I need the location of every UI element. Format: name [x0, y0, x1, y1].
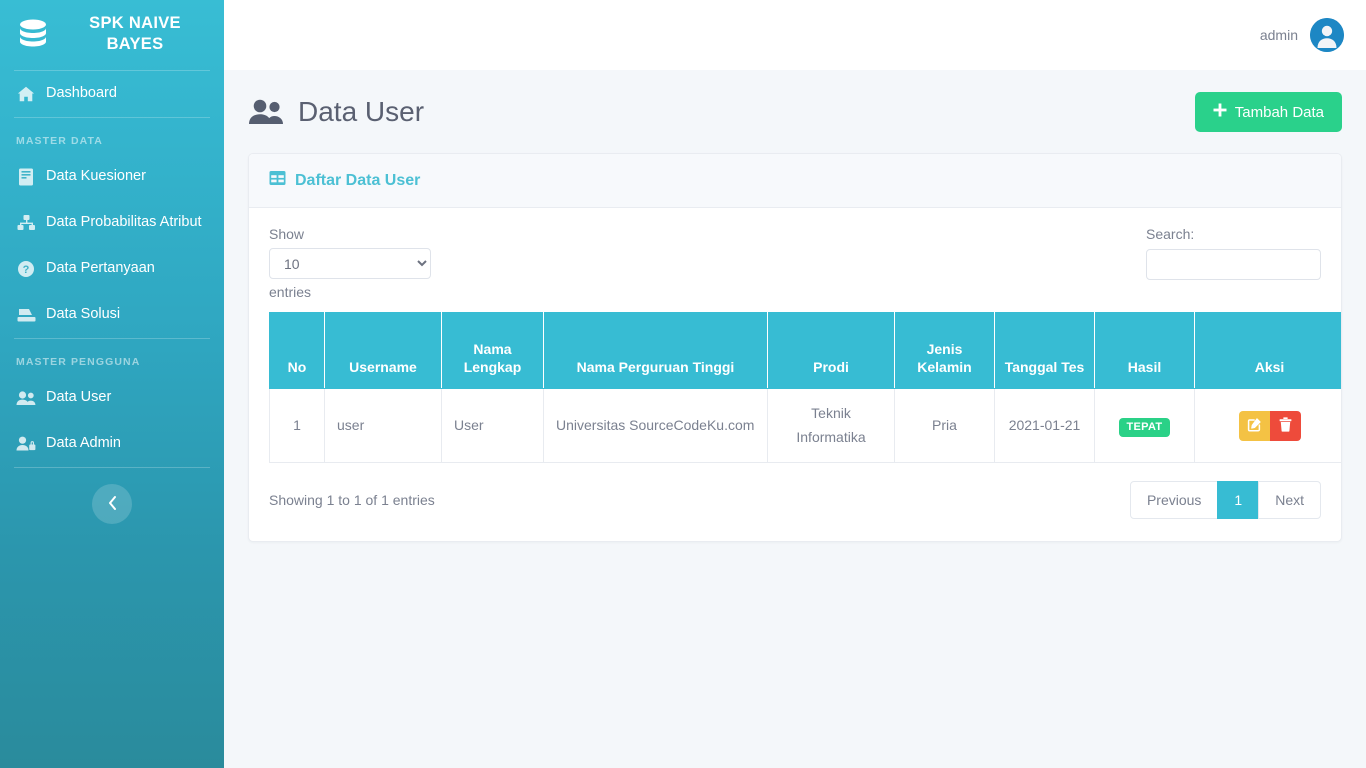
sidebar-toggle-wrap — [0, 468, 224, 524]
avatar[interactable] — [1310, 18, 1344, 52]
search-input[interactable] — [1146, 249, 1321, 280]
length-label-after: entries — [269, 284, 312, 300]
home-icon — [16, 84, 36, 104]
table-header-row: No Username Nama Lengkap Nama Perguruan … — [269, 312, 1341, 389]
sidebar-item-data-pertanyaan[interactable]: ? Data Pertanyaan — [0, 246, 224, 292]
sidebar: SPK NAIVE BAYES Dashboard MASTER DATA Da… — [0, 0, 224, 768]
table-info: Showing 1 to 1 of 1 entries — [269, 492, 435, 508]
edit-button[interactable] — [1238, 410, 1270, 441]
content: Data User Tambah Data Daftar Data User S… — [224, 70, 1366, 542]
table-row: 1 user User Universitas SourceCodeKu.com… — [269, 388, 1341, 463]
sidebar-item-label: Data Kuesioner — [46, 168, 146, 185]
page-title: Data User — [248, 96, 424, 128]
user-lock-icon — [16, 434, 36, 454]
table-icon — [269, 170, 286, 191]
cell-nama-lengkap: User — [441, 388, 544, 463]
card-header-title: Daftar Data User — [295, 171, 421, 189]
sitemap-icon — [16, 213, 36, 233]
sidebar-item-label: Data Solusi — [46, 306, 121, 323]
card-header: Daftar Data User — [249, 154, 1341, 208]
entries-per-page-select[interactable]: 10 25 50 100 — [269, 248, 431, 279]
users-icon — [16, 388, 36, 408]
sidebar-item-data-solusi[interactable]: Data Solusi — [0, 292, 224, 338]
pagination-page-1[interactable]: 1 — [1217, 481, 1260, 519]
sidebar-item-label: Data User — [46, 389, 112, 406]
page-title-text: Data User — [298, 96, 425, 127]
brand[interactable]: SPK NAIVE BAYES — [0, 0, 224, 70]
edit-square-icon — [1247, 417, 1262, 435]
cell-jenis-kelamin: Pria — [894, 388, 995, 463]
plus-icon — [1213, 103, 1227, 121]
search-label: Search: — [1146, 226, 1195, 242]
column-header-aksi[interactable]: Aksi — [1194, 312, 1341, 389]
sidebar-item-data-kuesioner[interactable]: Data Kuesioner — [0, 154, 224, 200]
add-data-button[interactable]: Tambah Data — [1194, 92, 1342, 132]
add-data-button-label: Tambah Data — [1234, 103, 1324, 121]
sidebar-item-data-probabilitas-atribut[interactable]: Data Probabilitas Atribut — [0, 200, 224, 246]
pagination-previous[interactable]: Previous — [1129, 481, 1219, 519]
sidebar-item-label: Data Probabilitas Atribut — [46, 214, 202, 231]
cell-no: 1 — [269, 388, 325, 463]
book-icon — [16, 167, 36, 187]
length-control: Show 10 25 50 100 entries — [269, 226, 431, 300]
table-head: No Username Nama Lengkap Nama Perguruan … — [269, 312, 1341, 389]
column-header-hasil[interactable]: Hasil — [1094, 312, 1195, 389]
card-body: Show 10 25 50 100 entries Search: — [249, 208, 1341, 541]
search-control: Search: — [1146, 226, 1321, 280]
status-badge: TEPAT — [1118, 417, 1171, 437]
sidebar-item-data-admin[interactable]: Data Admin — [0, 421, 224, 467]
app-root: SPK NAIVE BAYES Dashboard MASTER DATA Da… — [0, 0, 1366, 768]
topbar-username: admin — [1259, 27, 1298, 43]
pagination: Previous 1 Next — [1129, 481, 1321, 519]
cell-hasil: TEPAT — [1094, 388, 1195, 463]
inbox-icon — [16, 305, 36, 325]
cell-perguruan-tinggi: Universitas SourceCodeKu.com — [543, 388, 768, 463]
sidebar-collapse-button[interactable] — [92, 484, 132, 524]
user-menu[interactable]: admin — [1260, 18, 1344, 52]
svg-text:?: ? — [23, 264, 30, 276]
main-area: admin Data User Tambah Data Daftar Data … — [224, 0, 1366, 768]
cell-tanggal-tes: 2021-01-21 — [994, 388, 1095, 463]
cell-aksi — [1194, 388, 1341, 463]
brand-title: SPK NAIVE BAYES — [89, 14, 181, 53]
cell-prodi: Teknik Informatika — [767, 388, 895, 463]
column-header-no[interactable]: No — [269, 312, 325, 389]
column-header-nama-perguruan-tinggi[interactable]: Nama Perguruan Tinggi — [543, 312, 768, 389]
sidebar-item-dashboard[interactable]: Dashboard — [0, 71, 224, 117]
pagination-next[interactable]: Next — [1258, 481, 1321, 519]
data-user-card: Daftar Data User Show 10 25 50 100 — [248, 153, 1342, 542]
sidebar-item-data-user[interactable]: Data User — [0, 375, 224, 421]
table-body: 1 user User Universitas SourceCodeKu.com… — [269, 388, 1341, 463]
database-icon — [16, 17, 50, 51]
cell-username: user — [324, 388, 442, 463]
chevron-left-icon — [107, 495, 118, 514]
sidebar-item-label: Dashboard — [46, 85, 117, 102]
trash-icon — [1279, 416, 1292, 435]
table-controls: Show 10 25 50 100 entries Search: — [269, 226, 1321, 300]
sidebar-item-label: Data Pertanyaan — [46, 260, 155, 277]
column-header-username[interactable]: Username — [324, 312, 442, 389]
sidebar-heading-master-pengguna: MASTER PENGGUNA — [16, 356, 141, 368]
data-user-table: No Username Nama Lengkap Nama Perguruan … — [269, 312, 1341, 463]
delete-button[interactable] — [1269, 410, 1301, 441]
users-icon — [248, 99, 284, 125]
sidebar-item-label: Data Admin — [46, 435, 121, 452]
row-action-group — [1238, 410, 1301, 441]
question-circle-icon: ? — [16, 259, 36, 279]
column-header-jenis-kelamin[interactable]: Jenis Kelamin — [894, 312, 995, 389]
table-footer: Showing 1 to 1 of 1 entries Previous 1 N… — [269, 481, 1321, 519]
column-header-prodi[interactable]: Prodi — [767, 312, 895, 389]
column-header-nama-lengkap[interactable]: Nama Lengkap — [441, 312, 544, 389]
column-header-tanggal-tes[interactable]: Tanggal Tes — [994, 312, 1095, 389]
length-label-before: Show — [269, 226, 305, 242]
page-head: Data User Tambah Data — [248, 92, 1342, 132]
topbar: admin — [224, 0, 1366, 70]
sidebar-heading-master-data: MASTER DATA — [16, 135, 103, 147]
